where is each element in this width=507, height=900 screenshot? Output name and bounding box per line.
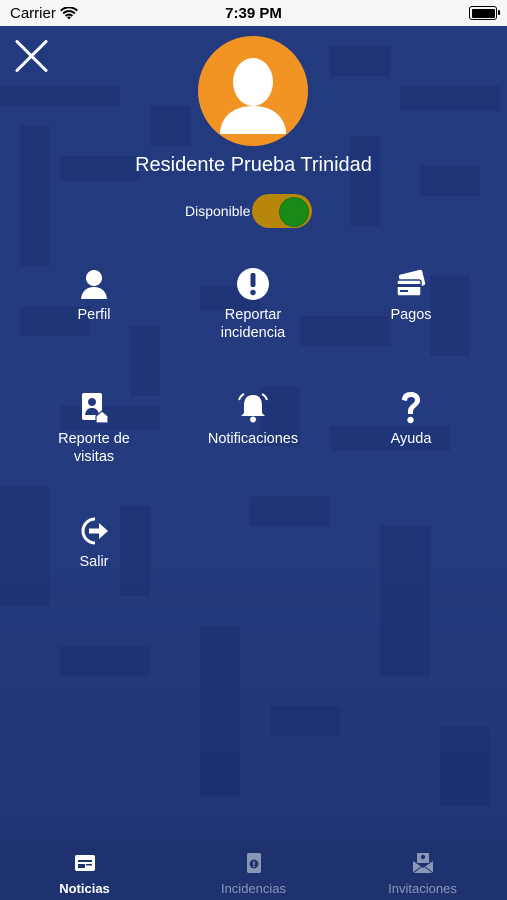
exclamation-icon xyxy=(237,268,269,300)
menu-item-pagos[interactable]: Pagos xyxy=(336,266,486,324)
question-icon xyxy=(402,392,420,424)
menu-item-label: Pagos xyxy=(390,307,432,323)
menu-item-label: Salir xyxy=(79,554,109,570)
tab-invitaciones[interactable]: Invitaciones xyxy=(338,840,507,900)
news-icon xyxy=(74,855,95,871)
menu-item-label: Reporte de xyxy=(58,431,130,447)
battery-icon xyxy=(469,6,500,20)
avatar-person-icon xyxy=(220,58,286,134)
tab-label: Incidencias xyxy=(220,881,287,896)
logout-icon xyxy=(81,517,108,545)
card-icon xyxy=(396,269,426,297)
menu-item-salir[interactable]: Salir xyxy=(19,513,169,571)
menu-item-label-line2: incidencia xyxy=(220,325,286,341)
user-name: Residente Prueba Trinidad xyxy=(135,154,372,176)
close-menu-button[interactable] xyxy=(12,36,50,74)
status-time: 7:39 PM xyxy=(225,5,282,22)
side-menu: Residente Prueba Trinidad Disponible Per… xyxy=(0,26,507,840)
avatar[interactable] xyxy=(198,36,308,146)
menu-item-label: Ayuda xyxy=(390,431,432,447)
tab-noticias[interactable]: Noticias xyxy=(0,840,169,900)
availability-toggle[interactable] xyxy=(252,194,313,228)
status-bar: Carrier 7:39 PM xyxy=(0,0,507,26)
menu-item-label: Perfil xyxy=(77,307,111,323)
invitation-icon xyxy=(412,853,433,874)
menu-item-ayuda[interactable]: Ayuda xyxy=(336,390,486,448)
incident-icon xyxy=(246,853,261,873)
availability-row: Disponible xyxy=(185,194,313,228)
bell-icon xyxy=(238,393,268,423)
menu-item-reportar-incidencia[interactable]: Reportar incidencia xyxy=(178,266,328,342)
tab-bar: Noticias Incidencias Invitaciones xyxy=(0,840,507,900)
availability-label: Disponible xyxy=(185,203,251,219)
visit-report-icon xyxy=(82,393,109,424)
tab-incidencias[interactable]: Incidencias xyxy=(169,840,338,900)
menu-item-label: Notificaciones xyxy=(207,431,299,447)
user-icon xyxy=(81,270,107,299)
tab-label: Invitaciones xyxy=(388,881,457,896)
menu-item-label-line2: visitas xyxy=(73,449,115,465)
menu-item-perfil[interactable]: Perfil xyxy=(19,266,169,324)
menu-item-label: Reportar xyxy=(224,307,282,323)
menu-item-notificaciones[interactable]: Notificaciones xyxy=(178,390,328,448)
menu-item-reporte-visitas[interactable]: Reporte de visitas xyxy=(19,390,169,466)
tab-label: Noticias xyxy=(59,881,110,896)
